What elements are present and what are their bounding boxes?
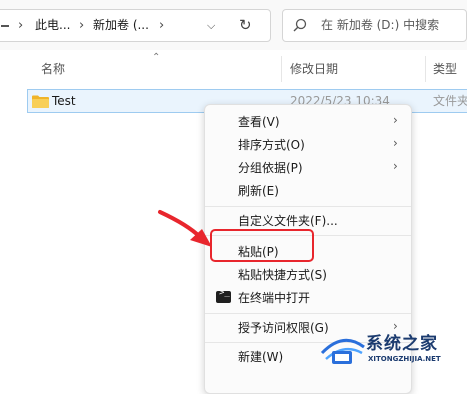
menu-separator xyxy=(205,206,411,207)
chevron-right-icon[interactable]: › xyxy=(18,10,23,41)
column-divider[interactable] xyxy=(281,56,282,82)
menu-item-group[interactable]: 分组依据(P) xyxy=(238,158,303,178)
submenu-arrow-icon: › xyxy=(393,159,398,173)
refresh-icon[interactable]: ↻ xyxy=(239,10,252,41)
column-header-name[interactable]: 名称 xyxy=(41,60,65,78)
address-bar-area: › 此电... › 新加卷 (... › ⌵ ↻ 在 新加卷 (D:) 中搜索 xyxy=(0,0,467,50)
menu-item-customize-folder[interactable]: 自定义文件夹(F)... xyxy=(238,211,338,231)
address-bar[interactable]: › 此电... › 新加卷 (... › ⌵ ↻ xyxy=(0,9,271,42)
column-header-type[interactable]: 类型 xyxy=(433,60,457,78)
terminal-icon: >_ xyxy=(216,288,231,303)
overflow-icon[interactable] xyxy=(1,25,9,27)
column-divider[interactable] xyxy=(425,56,426,82)
menu-item-view[interactable]: 查看(V) xyxy=(238,112,280,132)
chevron-right-icon[interactable]: › xyxy=(79,10,84,41)
search-input[interactable]: 在 新加卷 (D:) 中搜索 xyxy=(321,10,439,41)
breadcrumb-this-pc[interactable]: 此电... xyxy=(35,10,70,41)
highlight-box xyxy=(210,229,314,262)
chevron-right-icon[interactable]: › xyxy=(159,10,164,41)
red-arrow-icon xyxy=(158,210,212,247)
sort-up-icon: ⌃ xyxy=(152,52,161,63)
chevron-down-icon[interactable]: ⌵ xyxy=(207,10,215,41)
menu-item-grant-access[interactable]: 授予访问权限(G) xyxy=(238,318,329,338)
watermark-title: 系统之家 xyxy=(366,334,438,354)
file-type: 文件夹 xyxy=(433,94,467,108)
column-header-modified[interactable]: 修改日期 xyxy=(290,60,338,78)
menu-item-refresh[interactable]: 刷新(E) xyxy=(238,181,279,201)
search-icon xyxy=(293,18,307,32)
folder-icon xyxy=(32,95,49,108)
watermark-logo: 系统之家 XITONGZHIJIA.NET xyxy=(318,325,467,377)
breadcrumb-drive[interactable]: 新加卷 (... xyxy=(93,10,149,41)
watermark-emblem-icon xyxy=(320,338,365,364)
menu-item-paste-shortcut[interactable]: 粘贴快捷方式(S) xyxy=(238,265,327,285)
submenu-arrow-icon: › xyxy=(393,136,398,150)
watermark-url: XITONGZHIJIA.NET xyxy=(368,355,441,363)
menu-item-new[interactable]: 新建(W) xyxy=(238,347,283,367)
search-box[interactable]: 在 新加卷 (D:) 中搜索 xyxy=(282,9,467,42)
menu-item-open-terminal[interactable]: 在终端中打开 xyxy=(238,288,310,308)
menu-item-sort[interactable]: 排序方式(O) xyxy=(238,135,305,155)
menu-separator xyxy=(205,313,411,314)
submenu-arrow-icon: › xyxy=(393,113,398,127)
file-name: Test xyxy=(52,94,76,108)
